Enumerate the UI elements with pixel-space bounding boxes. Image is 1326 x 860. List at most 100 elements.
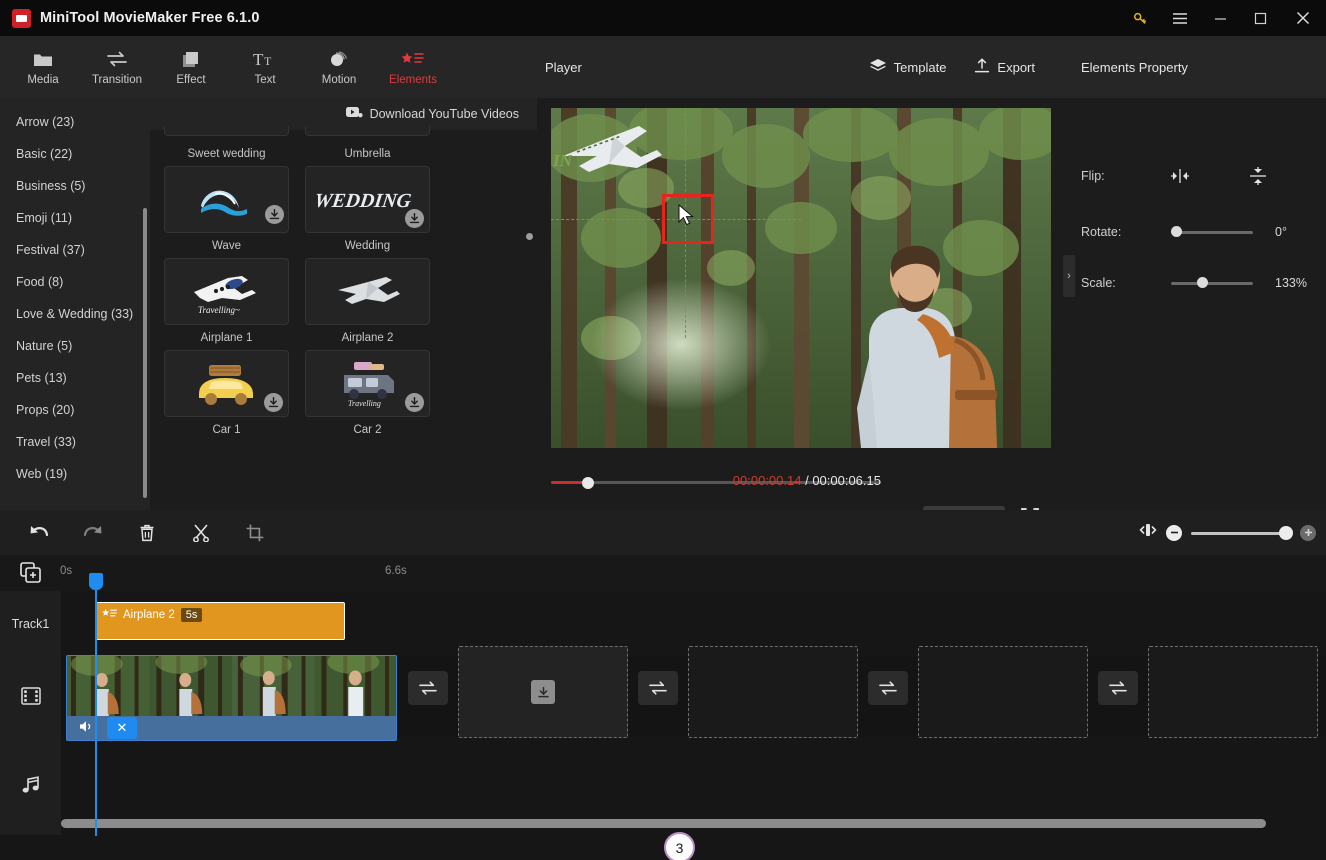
video-clip[interactable]: ✕ [66, 655, 397, 741]
download-icon[interactable] [264, 393, 283, 412]
element-thumbnail[interactable]: WEDDING [305, 166, 430, 233]
download-icon[interactable] [405, 209, 424, 228]
scale-handle[interactable] [1197, 277, 1208, 288]
element-cell-car-1[interactable]: Car 1 [164, 350, 289, 436]
track-header-audio[interactable] [0, 737, 61, 835]
scale-track [1171, 282, 1253, 285]
timeline-ruler[interactable]: 0s 6.6s [0, 555, 1326, 591]
export-button[interactable]: Export [974, 57, 1035, 77]
tab-media-label: Media [27, 74, 59, 86]
preview-stage[interactable]: IN [551, 108, 1051, 448]
svg-text:Travelling~: Travelling~ [198, 305, 240, 315]
tab-text-label: Text [254, 74, 276, 86]
key-icon[interactable] [1120, 0, 1160, 36]
template-label: Template [893, 59, 947, 75]
download-youtube-label: Download YouTube Videos [369, 107, 519, 121]
tab-text[interactable]: TT Text [228, 48, 302, 86]
transition-slot-1[interactable] [408, 671, 448, 705]
tab-transition[interactable]: Transition [80, 48, 154, 86]
partial-thumb[interactable] [164, 126, 289, 136]
tab-motion[interactable]: Motion [302, 48, 376, 86]
element-cell-wedding[interactable]: WEDDING Wedding [305, 166, 430, 252]
film-icon [20, 686, 41, 708]
speaker-icon[interactable] [79, 720, 95, 736]
scrollbar-thumb[interactable] [61, 819, 1266, 828]
media-placeholder-4[interactable] [1148, 646, 1318, 738]
transition-badge[interactable]: ✕ [107, 717, 137, 739]
transition-slot-3[interactable] [868, 671, 908, 705]
zoom-handle[interactable] [1279, 525, 1293, 540]
element-cell-airplane-2[interactable]: Airplane 2 [305, 258, 430, 344]
track-header-video[interactable] [0, 657, 61, 737]
redo-button[interactable] [71, 510, 115, 555]
media-placeholder-2[interactable] [688, 646, 858, 738]
close-button[interactable] [1280, 0, 1326, 36]
category-travel[interactable]: Travel (33) [0, 426, 150, 458]
effect-icon [181, 48, 201, 70]
zoom-out-button[interactable] [1166, 524, 1182, 541]
step-annotation-badge: 3 [664, 832, 695, 860]
undo-button[interactable] [17, 510, 61, 555]
hamburger-menu-icon[interactable] [1160, 0, 1200, 36]
elements-grid-panel: Download YouTube Videos Sweet wedding Um… [150, 98, 537, 510]
category-emoji[interactable]: Emoji (11) [0, 202, 150, 234]
element-thumbnail[interactable] [164, 350, 289, 417]
download-icon[interactable] [531, 680, 555, 704]
category-pets[interactable]: Pets (13) [0, 362, 150, 394]
seek-bar[interactable]: 00:00:00.14 / 00:00:06.15 [551, 473, 881, 490]
transition-slot-4[interactable] [1098, 671, 1138, 705]
tab-media[interactable]: Media [6, 48, 80, 86]
scale-slider[interactable] [1171, 277, 1253, 289]
tab-elements[interactable]: Elements [376, 48, 450, 86]
element-thumbnail[interactable]: Travelling [305, 350, 430, 417]
rotate-handle[interactable] [1171, 226, 1182, 237]
rotate-slider[interactable] [1171, 226, 1253, 238]
minimize-button[interactable] [1200, 0, 1240, 36]
seek-handle[interactable] [582, 477, 594, 489]
collapse-panel-chevron-icon[interactable]: › [1063, 255, 1075, 297]
category-arrow[interactable]: Arrow (23) [0, 106, 150, 138]
category-food[interactable]: Food (8) [0, 266, 150, 298]
category-basic[interactable]: Basic (22) [0, 138, 150, 170]
maximize-button[interactable] [1240, 0, 1280, 36]
media-placeholder-1[interactable] [458, 646, 628, 738]
flip-vertical-icon[interactable] [1243, 166, 1273, 186]
category-scrollbar[interactable] [143, 208, 147, 498]
category-props[interactable]: Props (20) [0, 394, 150, 426]
element-thumbnail[interactable]: Travelling~ [164, 258, 289, 325]
element-row: Travelling~ Airplane 1 Airplane 2 [164, 258, 523, 344]
delete-button[interactable] [125, 510, 169, 555]
download-icon[interactable] [265, 205, 284, 224]
timeline-tracks: Track1 Airplane 2 5s ✕ [0, 591, 1326, 836]
category-festival[interactable]: Festival (37) [0, 234, 150, 266]
element-clip-airplane-2[interactable]: Airplane 2 5s [95, 602, 345, 640]
template-button[interactable]: Template [869, 58, 947, 77]
timeline-horizontal-scrollbar[interactable] [61, 819, 1266, 828]
layers-icon [869, 58, 887, 77]
split-button[interactable] [179, 510, 223, 555]
category-love-wedding[interactable]: Love & Wedding (33) [0, 298, 150, 330]
category-web[interactable]: Web (19) [0, 458, 150, 490]
transition-slot-2[interactable] [638, 671, 678, 705]
tab-effect[interactable]: Effect [154, 48, 228, 86]
partial-thumb[interactable] [305, 126, 430, 136]
youtube-icon [345, 106, 363, 122]
download-icon[interactable] [405, 393, 424, 412]
add-media-icon[interactable] [20, 562, 42, 589]
zoom-in-button[interactable] [1300, 524, 1316, 541]
zoom-slider[interactable] [1191, 525, 1293, 540]
category-nature[interactable]: Nature (5) [0, 330, 150, 362]
element-cell-car-2[interactable]: Travelling Car 2 [305, 350, 430, 436]
crop-button[interactable] [233, 510, 277, 555]
track-header-track1[interactable]: Track1 [0, 591, 61, 657]
element-thumbnail[interactable] [305, 258, 430, 325]
element-cell-wave[interactable]: Wave [164, 166, 289, 252]
flip-horizontal-icon[interactable] [1165, 168, 1195, 184]
category-business[interactable]: Business (5) [0, 170, 150, 202]
element-cell-airplane-1[interactable]: Travelling~ Airplane 1 [164, 258, 289, 344]
playhead-handle[interactable] [89, 573, 103, 590]
svg-text:IN: IN [552, 151, 573, 170]
media-placeholder-3[interactable] [918, 646, 1088, 738]
fit-to-screen-icon[interactable] [1139, 522, 1157, 543]
elements-scrollbar[interactable] [526, 233, 533, 240]
